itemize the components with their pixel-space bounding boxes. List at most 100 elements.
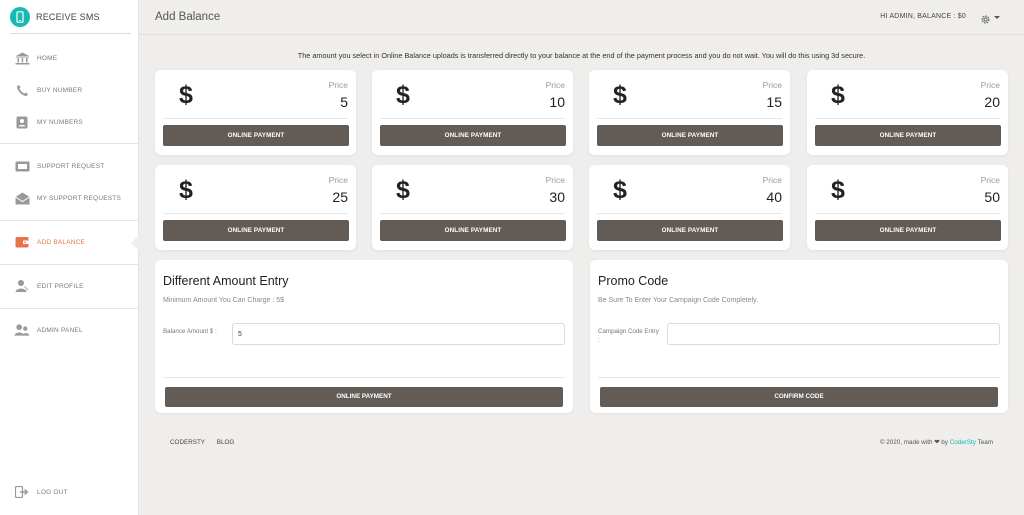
dollar-icon: $ xyxy=(831,176,845,204)
bank-icon xyxy=(14,50,30,66)
sidebar: RECEIVE SMS HOME BUY NUMBER MY NUMBERS S… xyxy=(0,0,139,515)
sidebar-item-home[interactable]: HOME xyxy=(0,47,139,69)
page-title: Add Balance xyxy=(155,11,221,23)
dollar-icon: $ xyxy=(179,81,193,109)
sidebar-item-buy-number[interactable]: BUY NUMBER xyxy=(0,79,139,101)
online-payment-button[interactable]: ONLINE PAYMENT xyxy=(815,220,1001,241)
gear-icon[interactable] xyxy=(980,12,991,24)
balance-amount-label: Balance Amount $ : xyxy=(163,328,217,335)
sidebar-divider xyxy=(0,308,138,309)
online-payment-button[interactable]: ONLINE PAYMENT xyxy=(597,125,783,146)
divider xyxy=(597,213,782,214)
divider xyxy=(380,118,565,119)
online-payment-button[interactable]: ONLINE PAYMENT xyxy=(165,387,563,407)
price-value: 30 xyxy=(549,189,565,205)
sidebar-item-add-balance[interactable]: ADD BALANCE xyxy=(0,231,139,253)
sign-out-icon xyxy=(14,484,30,500)
logout-label: LOG OUT xyxy=(37,488,68,496)
sidebar-item-label: MY NUMBERS xyxy=(37,118,83,126)
sidebar-item-edit-profile[interactable]: EDIT PROFILE xyxy=(0,275,139,297)
online-payment-button[interactable]: ONLINE PAYMENT xyxy=(380,220,566,241)
price-card-50: $ Price 50 ONLINE PAYMENT xyxy=(807,165,1008,250)
sidebar-item-logout[interactable]: LOG OUT xyxy=(0,481,139,503)
panel-title: Promo Code xyxy=(598,274,669,288)
brand-name: RECEIVE SMS xyxy=(36,12,100,22)
payment-notice: The amount you select in Online Balance … xyxy=(297,51,866,60)
envelope-open-icon xyxy=(14,190,30,206)
campaign-code-input[interactable] xyxy=(667,323,1000,345)
heart-icon: ❤ xyxy=(934,439,940,446)
confirm-code-button[interactable]: CONFIRM CODE xyxy=(600,387,998,407)
brand[interactable]: RECEIVE SMS xyxy=(10,7,131,34)
user-balance-info: HI ADMIN, BALANCE : $0 xyxy=(880,13,966,20)
price-value: 25 xyxy=(332,189,348,205)
price-value: 5 xyxy=(340,94,348,110)
online-payment-button[interactable]: ONLINE PAYMENT xyxy=(163,125,349,146)
price-value: 15 xyxy=(766,94,782,110)
sidebar-divider xyxy=(0,143,138,144)
users-icon xyxy=(14,322,30,338)
footer-link-blog[interactable]: BLOG xyxy=(217,439,235,446)
online-payment-button[interactable]: ONLINE PAYMENT xyxy=(380,125,566,146)
promo-code-panel: Promo Code Be Sure To Enter Your Campaig… xyxy=(590,260,1008,413)
phone-icon xyxy=(14,82,30,98)
dollar-icon: $ xyxy=(396,176,410,204)
panel-subtitle: Be Sure To Enter Your Campaign Code Comp… xyxy=(598,297,759,304)
divider xyxy=(598,377,1000,378)
credit-by: by xyxy=(941,439,948,446)
price-label: Price xyxy=(328,175,348,185)
top-header: Add Balance HI ADMIN, BALANCE : $0 xyxy=(139,0,1024,35)
chevron-down-icon[interactable] xyxy=(994,16,1000,19)
price-card-25: $ Price 25 ONLINE PAYMENT xyxy=(155,165,356,250)
divider xyxy=(815,213,1000,214)
divider xyxy=(380,213,565,214)
ticket-icon xyxy=(14,158,30,174)
footer-link-codersty[interactable]: CODERSTY xyxy=(170,439,205,446)
dollar-icon: $ xyxy=(613,81,627,109)
price-card-5: $ Price 5 ONLINE PAYMENT xyxy=(155,70,356,155)
dollar-icon: $ xyxy=(179,176,193,204)
online-payment-button[interactable]: ONLINE PAYMENT xyxy=(815,125,1001,146)
wallet-icon xyxy=(14,234,30,250)
price-card-20: $ Price 20 ONLINE PAYMENT xyxy=(807,70,1008,155)
credit-suffix: Team xyxy=(977,439,993,446)
price-label: Price xyxy=(762,80,782,90)
balance-amount-input[interactable] xyxy=(232,323,565,345)
campaign-code-label: Campaign Code Entry : xyxy=(598,328,659,344)
footer-links: CODERSTY BLOG xyxy=(170,439,244,446)
price-label: Price xyxy=(545,175,565,185)
sidebar-item-label: HOME xyxy=(37,54,58,62)
sidebar-divider xyxy=(0,220,138,221)
price-card-15: $ Price 15 ONLINE PAYMENT xyxy=(589,70,790,155)
contact-card-icon xyxy=(14,114,30,130)
price-card-30: $ Price 30 ONLINE PAYMENT xyxy=(372,165,573,250)
divider xyxy=(815,118,1000,119)
sidebar-item-label: BUY NUMBER xyxy=(37,86,83,94)
sidebar-item-label: MY SUPPORT REQUESTS xyxy=(37,194,121,202)
price-label: Price xyxy=(328,80,348,90)
divider xyxy=(163,118,348,119)
price-value: 50 xyxy=(984,189,1000,205)
sidebar-divider xyxy=(0,264,138,265)
panel-title: Different Amount Entry xyxy=(163,274,289,288)
phone-logo-icon xyxy=(10,7,30,27)
price-value: 40 xyxy=(766,189,782,205)
online-payment-button[interactable]: ONLINE PAYMENT xyxy=(597,220,783,241)
sidebar-item-support-request[interactable]: SUPPORT REQUEST xyxy=(0,155,139,177)
active-indicator xyxy=(131,235,139,251)
sidebar-item-my-support-requests[interactable]: MY SUPPORT REQUESTS xyxy=(0,187,139,209)
codersty-link[interactable]: CoderSty xyxy=(950,439,976,446)
divider xyxy=(163,377,565,378)
price-label: Price xyxy=(545,80,565,90)
price-label: Price xyxy=(762,175,782,185)
online-payment-button[interactable]: ONLINE PAYMENT xyxy=(163,220,349,241)
price-card-10: $ Price 10 ONLINE PAYMENT xyxy=(372,70,573,155)
sidebar-item-label: EDIT PROFILE xyxy=(37,282,84,290)
sidebar-item-my-numbers[interactable]: MY NUMBERS xyxy=(0,111,139,133)
sidebar-item-label: ADMIN PANEL xyxy=(37,326,83,334)
price-card-40: $ Price 40 ONLINE PAYMENT xyxy=(589,165,790,250)
sidebar-item-admin-panel[interactable]: ADMIN PANEL xyxy=(0,319,139,341)
sidebar-item-label: ADD BALANCE xyxy=(37,238,86,246)
panel-subtitle: Minimum Amount You Can Charge : 5$ xyxy=(163,297,285,304)
sidebar-item-label: SUPPORT REQUEST xyxy=(37,162,105,170)
